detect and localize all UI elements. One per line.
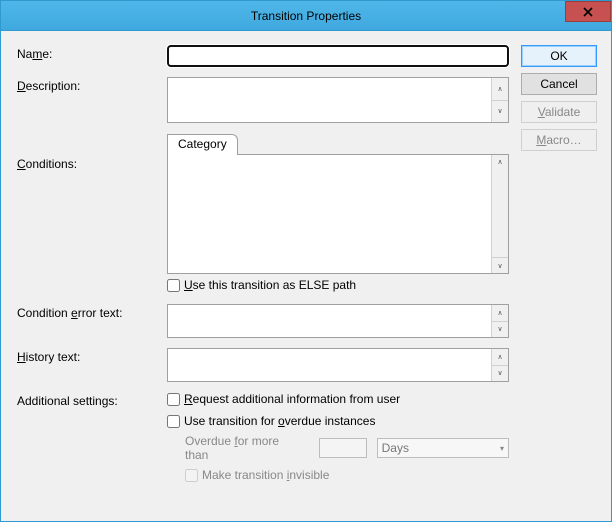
row-conditions: Conditions: Category ∧ ∨ <box>17 133 509 292</box>
ok-button[interactable]: OK <box>521 45 597 67</box>
macro-button[interactable]: Macro… <box>521 129 597 151</box>
conditions-list[interactable] <box>168 155 491 273</box>
row-description: Description: ∧ ∨ <box>17 77 509 123</box>
history-input[interactable] <box>168 349 491 381</box>
label-cond-error: Condition error text: <box>17 304 167 320</box>
scroll-up-icon[interactable]: ∧ <box>492 305 508 321</box>
side-buttons: OK Cancel Validate Macro… <box>521 45 597 509</box>
overdue-unit-combo[interactable]: Days ▾ <box>377 438 509 458</box>
chevron-down-icon: ▾ <box>500 444 504 453</box>
overdue-unit-value: Days <box>382 441 409 455</box>
label-name: Name: <box>17 45 167 61</box>
cond-error-scroll[interactable]: ∧ ∨ <box>491 305 508 337</box>
row-history: History text: ∧ ∨ <box>17 348 509 382</box>
scroll-down-icon[interactable]: ∨ <box>492 100 508 123</box>
client-area: Name: Description: ∧ ∨ <box>1 31 611 521</box>
tab-category[interactable]: Category <box>167 134 238 155</box>
form-area: Name: Description: ∧ ∨ <box>17 45 509 509</box>
else-path-row: Use this transition as ELSE path <box>167 278 509 292</box>
label-history: History text: <box>17 348 167 364</box>
conditions-box: ∧ ∨ <box>167 154 509 274</box>
label-conditions: Conditions: <box>17 133 167 171</box>
overdue-label: Use transition for overdue instances <box>184 414 375 428</box>
row-cond-error: Condition error text: ∧ ∨ <box>17 304 509 338</box>
invisible-checkbox[interactable] <box>185 469 198 482</box>
label-description: Description: <box>17 77 167 93</box>
conditions-tabstrip: Category <box>167 133 509 154</box>
scroll-up-icon[interactable]: ∧ <box>492 349 508 365</box>
titlebar: Transition Properties <box>1 1 611 31</box>
else-path-label: Use this transition as ELSE path <box>184 278 356 292</box>
invisible-row: Make transition invisible <box>185 468 509 482</box>
row-name: Name: <box>17 45 509 67</box>
scroll-down-icon[interactable]: ∨ <box>492 257 508 273</box>
invisible-label: Make transition invisible <box>202 468 329 482</box>
scroll-up-icon[interactable]: ∧ <box>492 155 508 170</box>
overdue-value-stepper[interactable]: ▲ ▼ <box>319 438 367 458</box>
request-info-label: Request additional information from user <box>184 392 400 406</box>
description-field: ∧ ∨ <box>167 77 509 123</box>
close-button[interactable] <box>565 1 611 22</box>
overdue-for-label: Overdue for more than <box>185 434 299 462</box>
scroll-down-icon[interactable]: ∨ <box>492 321 508 338</box>
validate-button[interactable]: Validate <box>521 101 597 123</box>
label-additional: Additional settings: <box>17 392 167 408</box>
history-scroll[interactable]: ∧ ∨ <box>491 349 508 381</box>
row-additional: Additional settings: Request additional … <box>17 392 509 482</box>
request-info-checkbox[interactable] <box>167 393 180 406</box>
scroll-down-icon[interactable]: ∨ <box>492 365 508 382</box>
name-input[interactable] <box>167 45 509 67</box>
history-field: ∧ ∨ <box>167 348 509 382</box>
overdue-row: Use transition for overdue instances <box>167 414 509 428</box>
overdue-checkbox[interactable] <box>167 415 180 428</box>
dialog-window: Transition Properties Name: Description: <box>0 0 612 522</box>
request-info-row: Request additional information from user <box>167 392 509 406</box>
description-input[interactable] <box>168 78 491 122</box>
cond-error-input[interactable] <box>168 305 491 337</box>
conditions-scroll[interactable]: ∧ ∨ <box>491 155 508 273</box>
overdue-detail-row: Overdue for more than ▲ ▼ Days <box>185 434 509 462</box>
scroll-up-icon[interactable]: ∧ <box>492 78 508 100</box>
cond-error-field: ∧ ∨ <box>167 304 509 338</box>
window-title: Transition Properties <box>251 9 361 23</box>
description-scroll[interactable]: ∧ ∨ <box>491 78 508 122</box>
else-path-checkbox[interactable] <box>167 279 180 292</box>
cancel-button[interactable]: Cancel <box>521 73 597 95</box>
close-icon <box>583 7 593 17</box>
